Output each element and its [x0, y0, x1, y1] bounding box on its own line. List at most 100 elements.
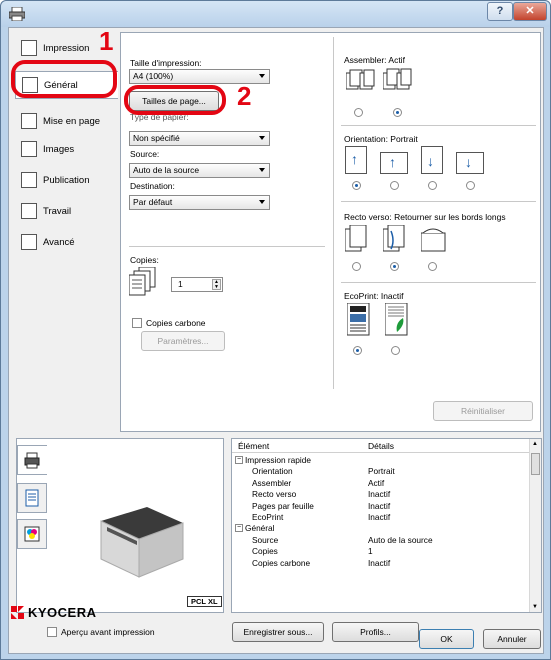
ok-button[interactable]: OK [419, 629, 474, 649]
sidebar-item-advanced[interactable]: Avancé [15, 228, 118, 256]
ecoprint-on-icon [347, 303, 370, 336]
item-value: Actif [368, 477, 385, 488]
collate-on-radio[interactable] [393, 108, 402, 117]
brand-name: KYOCERA [28, 605, 97, 620]
scroll-down-icon[interactable]: ▼ [532, 604, 538, 610]
list-header: Élément Détails [232, 439, 530, 453]
item-value: Inactif [368, 512, 391, 522]
sidebar-item-label: Impression [43, 42, 90, 54]
copies-stepper[interactable]: 1 ▲ ▼ [171, 277, 223, 292]
paper-type-select[interactable]: Non spécifié [129, 131, 270, 146]
arrow-down-icon: ↓ [427, 153, 434, 169]
ecoprint-on-radio[interactable] [353, 346, 362, 355]
profiles-button[interactable]: Profils... [332, 622, 419, 642]
source-select[interactable]: Auto de la source [129, 163, 270, 178]
list-item[interactable]: Pages par feuille Inactif [232, 501, 530, 512]
arrow-down-icon: ↓ [465, 154, 472, 170]
item-value: Inactif [368, 557, 391, 568]
duplex-label: Recto verso: Retourner sur les bords lon… [344, 212, 506, 222]
item-name: Copies [252, 546, 278, 557]
images-icon [21, 141, 37, 157]
sidebar-item-images[interactable]: Images [15, 135, 118, 163]
orientation-portrait-radio[interactable] [352, 181, 361, 190]
item-value: 1 [368, 546, 373, 557]
sidebar-item-layout[interactable]: Mise en page [15, 107, 118, 135]
list-group-row[interactable]: − Général [232, 523, 530, 534]
orientation-landscape-rotated-radio[interactable] [466, 181, 475, 190]
duplex-long-edge-icon [383, 225, 405, 252]
carbon-copies-label: Copies carbone [146, 318, 206, 328]
printer-preview-panel: PCL XL [16, 438, 224, 613]
item-name: EcoPrint [252, 512, 284, 522]
print-preview-checkbox[interactable] [47, 627, 57, 637]
list-item[interactable]: Copies 1 [232, 546, 530, 557]
print-icon [21, 40, 37, 56]
job-icon [21, 203, 37, 219]
paper-type-value: Non spécifié [133, 133, 180, 143]
sidebar-item-job[interactable]: Travail [15, 197, 118, 225]
reset-button[interactable]: Réinitialiser [433, 401, 533, 421]
list-item[interactable]: EcoPrint Inactif [232, 512, 530, 523]
orientation-label: Orientation: Portrait [344, 134, 418, 144]
document-tab[interactable] [17, 483, 47, 513]
orientation-portrait-rotated-radio[interactable] [428, 181, 437, 190]
orientation-landscape-radio[interactable] [390, 181, 399, 190]
close-button[interactable]: ✕ [513, 2, 547, 21]
help-button[interactable]: ? [487, 2, 513, 21]
kyocera-logo-icon [11, 606, 24, 619]
scrollbar-thumb[interactable] [531, 453, 540, 475]
printer-icon [24, 452, 40, 469]
cancel-button[interactable]: Annuler [483, 629, 541, 649]
save-as-button[interactable]: Enregistrer sous... [232, 622, 324, 642]
color-tab[interactable] [17, 519, 47, 549]
carbon-copies-checkbox[interactable] [132, 318, 142, 328]
column-header-details[interactable]: Détails [368, 441, 394, 451]
item-value: Inactif [368, 489, 391, 500]
portrait-option[interactable]: ↑ [345, 146, 367, 174]
item-name: Copies carbone [252, 557, 311, 568]
destination-select[interactable]: Par défaut [129, 195, 270, 210]
item-name: Orientation [252, 466, 293, 477]
chevron-down-icon [259, 200, 265, 204]
ecoprint-off-radio[interactable] [391, 346, 400, 355]
duplex-off-radio[interactable] [352, 262, 361, 271]
list-item[interactable]: Source Auto de la source [232, 535, 530, 546]
landscape-option[interactable]: ↑ [380, 152, 408, 174]
simplex-icon [345, 225, 367, 252]
sidebar-item-label: Avancé [43, 236, 75, 248]
list-item[interactable]: Assembler Actif [232, 478, 530, 489]
list-item[interactable]: Recto verso Inactif [232, 489, 530, 500]
item-name: Recto verso [252, 489, 297, 500]
portrait-rotated-option[interactable]: ↓ [421, 146, 443, 174]
callout-highlight-2 [124, 85, 226, 115]
chevron-down-icon [259, 168, 265, 172]
sidebar-item-label: Images [43, 143, 75, 155]
item-name: Source [252, 534, 279, 545]
scroll-up-icon[interactable]: ▲ [532, 441, 538, 447]
sidebar-item-label: Mise en page [43, 115, 101, 127]
source-value: Auto de la source [133, 165, 200, 175]
carbon-settings-button[interactable]: Paramètres... [141, 331, 225, 351]
duplex-long-edge-radio[interactable] [390, 262, 399, 271]
collapse-icon[interactable]: − [235, 524, 243, 533]
ecoprint-label: EcoPrint: Inactif [344, 291, 404, 301]
column-header-item[interactable]: Élément [238, 441, 269, 451]
ecoprint-off-icon [385, 303, 408, 336]
item-name: Assembler [252, 477, 292, 488]
chevron-down-icon [259, 136, 265, 140]
print-size-label: Taille d'impression: [130, 58, 202, 68]
publishing-icon [21, 172, 37, 188]
list-item[interactable]: Copies carbone Inactif [232, 558, 530, 569]
duplex-short-edge-icon [421, 228, 446, 252]
duplex-short-edge-radio[interactable] [428, 262, 437, 271]
collapse-icon[interactable]: − [235, 456, 243, 464]
list-scrollbar[interactable]: ▲ ▼ [529, 439, 541, 612]
spin-arrows-icon[interactable]: ▲ ▼ [212, 279, 221, 290]
printer-tab[interactable] [17, 445, 47, 475]
list-group-row[interactable]: − Impression rapide [232, 455, 530, 466]
sidebar-item-publishing[interactable]: Publication [15, 166, 118, 194]
collate-off-radio[interactable] [354, 108, 363, 117]
landscape-rotated-option[interactable]: ↓ [456, 152, 484, 174]
item-value: Inactif [368, 500, 391, 511]
list-item[interactable]: Orientation Portrait [232, 466, 530, 477]
